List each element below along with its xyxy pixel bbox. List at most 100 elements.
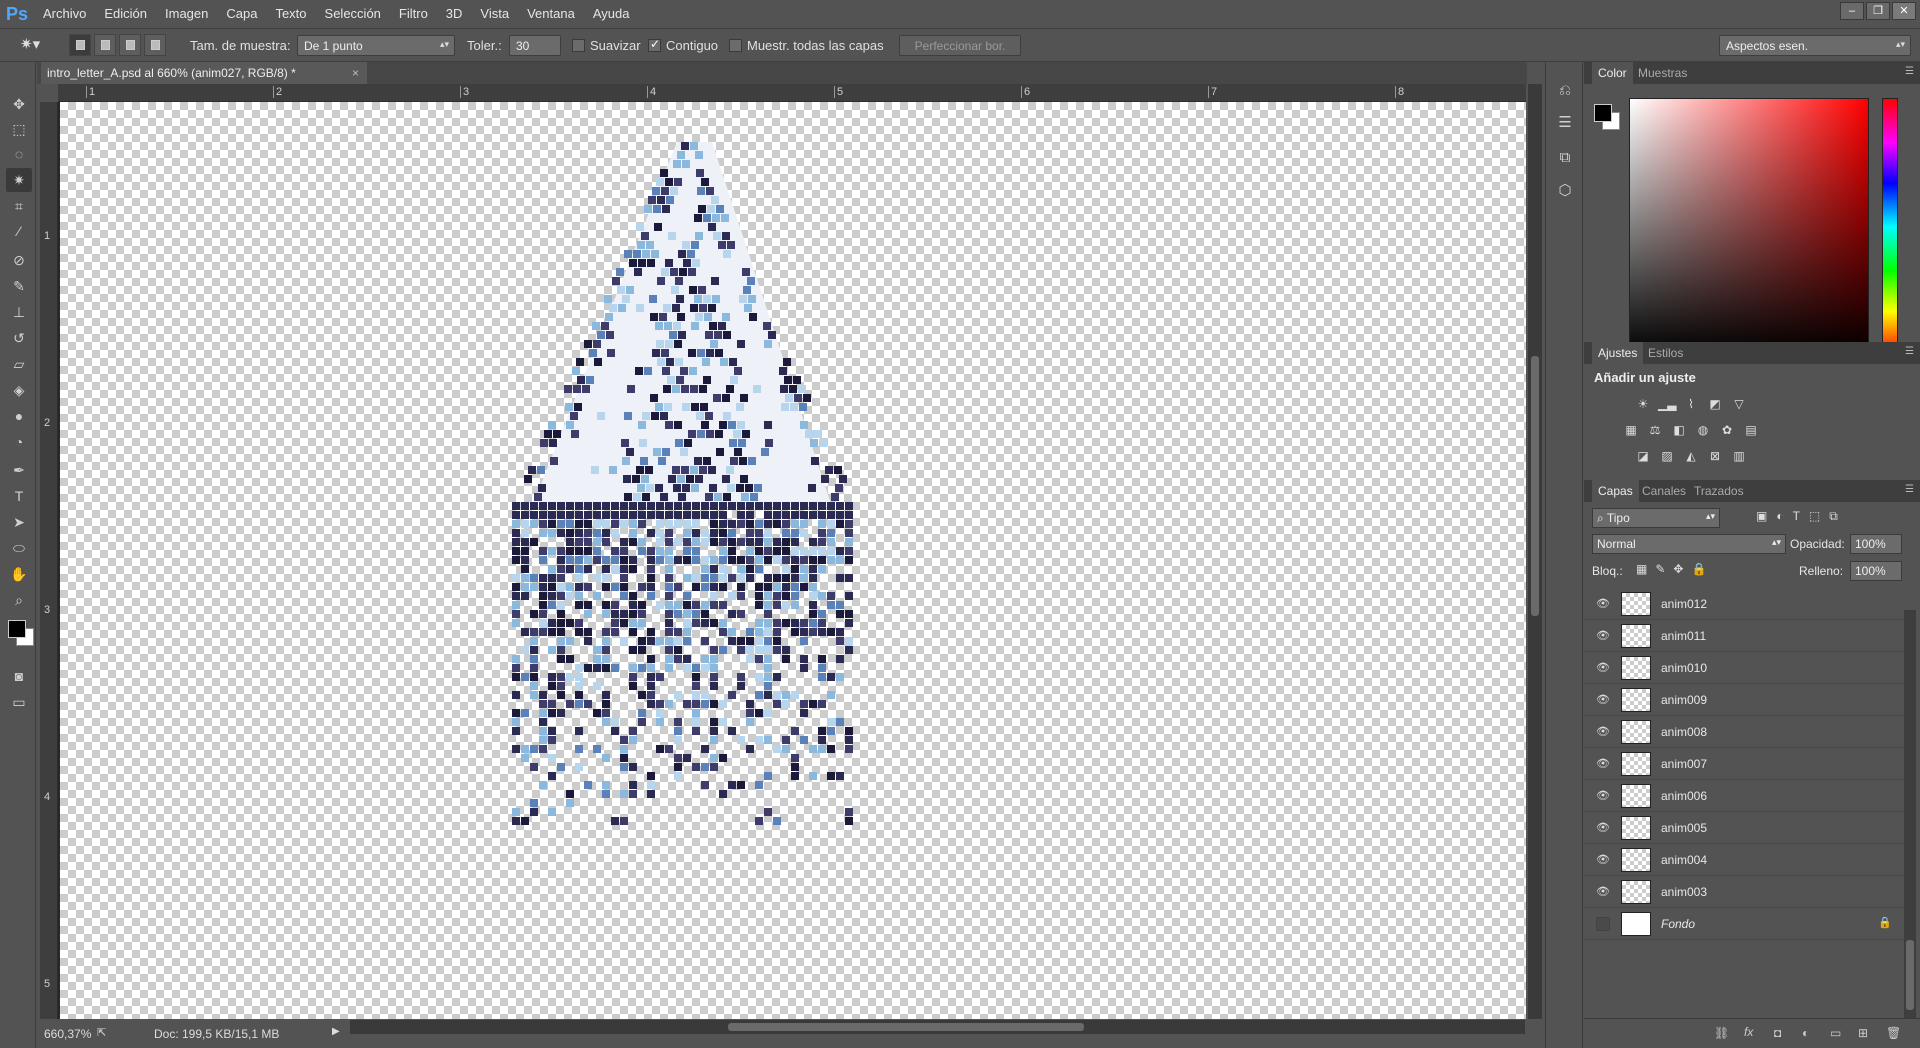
sample-all-layers-checkbox[interactable]	[729, 39, 742, 52]
zoom-tool-icon[interactable]: ⌕	[6, 588, 32, 612]
foreground-color-swatch[interactable]	[8, 620, 26, 638]
crop-tool-icon[interactable]: ⌗	[6, 194, 32, 218]
history-panel-icon[interactable]: ⎌	[1554, 80, 1576, 102]
fx-icon[interactable]: fx	[1744, 1025, 1753, 1039]
color-balance-icon[interactable]: ⚖	[1646, 422, 1664, 438]
subtract-selection-mode-button[interactable]	[119, 34, 141, 56]
document-tab[interactable]: intro_letter_A.psd al 660% (anim027, RGB…	[41, 62, 367, 84]
tab-color[interactable]: Color	[1592, 62, 1633, 84]
3d-panel-icon[interactable]: ⬡	[1554, 180, 1576, 202]
visibility-eye-icon[interactable]: 👁	[1596, 789, 1610, 803]
tab-adjustments[interactable]: Ajustes	[1592, 342, 1644, 364]
layer-filter-select[interactable]: ⌕ Tipo ▴▾	[1592, 508, 1720, 528]
layer-row[interactable]: 👁 anim007	[1584, 748, 1906, 780]
layer-row[interactable]: 👁 anim012	[1584, 588, 1906, 620]
blend-mode-select[interactable]: Normal ▴▾	[1592, 534, 1786, 554]
tab-swatches[interactable]: Muestras	[1632, 62, 1693, 84]
layer-row[interactable]: 👁 anim011	[1584, 620, 1906, 652]
zoom-level[interactable]: 660,37%	[44, 1027, 91, 1041]
tab-styles[interactable]: Estilos	[1642, 342, 1689, 364]
tolerance-input[interactable]: 30	[509, 35, 561, 56]
link-layers-icon[interactable]: ⛓	[1714, 1026, 1729, 1040]
export-icon[interactable]: ⇱	[97, 1026, 106, 1039]
menu-texto[interactable]: Texto	[266, 0, 315, 28]
new-selection-mode-button[interactable]	[69, 34, 91, 56]
hand-tool-icon[interactable]: ✋	[6, 562, 32, 586]
brush-tool-icon[interactable]: ✎	[6, 274, 32, 298]
visibility-eye-icon[interactable]: 👁	[1596, 629, 1610, 643]
ellipse-tool-icon[interactable]: ⬭	[6, 536, 32, 560]
properties-panel-icon[interactable]: ☰	[1554, 112, 1576, 134]
visibility-eye-icon[interactable]: 👁	[1596, 661, 1610, 675]
layers-scrollbar[interactable]	[1904, 610, 1916, 1018]
contiguous-checkbox[interactable]	[648, 37, 661, 52]
visibility-eye-icon[interactable]: 👁	[1596, 597, 1610, 611]
new-group-icon[interactable]: ▭	[1830, 1026, 1841, 1040]
delete-layer-icon[interactable]: 🗑	[1886, 1026, 1901, 1040]
eraser-tool-icon[interactable]: ▱	[6, 352, 32, 376]
refine-edge-button[interactable]: Perfeccionar bor.	[899, 35, 1021, 56]
color-panel-foreground-swatch[interactable]	[1594, 104, 1612, 122]
levels-icon[interactable]: ▁▃	[1658, 396, 1676, 412]
adjustment-layer-icon[interactable]: ◐	[1802, 1026, 1809, 1040]
status-menu-arrow-icon[interactable]: ▶	[332, 1026, 340, 1037]
visibility-toggle-empty[interactable]	[1596, 917, 1610, 931]
antialias-checkbox[interactable]	[572, 39, 585, 52]
invert-icon[interactable]: ◪	[1634, 448, 1652, 464]
minimize-button[interactable]: –	[1840, 2, 1864, 20]
restore-button[interactable]: ❐	[1866, 2, 1890, 20]
hue-saturation-icon[interactable]: ▦	[1622, 422, 1640, 438]
menu-ayuda[interactable]: Ayuda	[584, 0, 639, 28]
paint-bucket-tool-icon[interactable]: ◈	[6, 378, 32, 402]
lock-icons[interactable]: ▦✎✥🔒	[1636, 562, 1714, 576]
selective-color-icon[interactable]: ⊠	[1706, 448, 1724, 464]
clone-source-panel-icon[interactable]: ⧉	[1554, 147, 1576, 169]
layers-scroll-thumb[interactable]	[1906, 940, 1914, 1010]
layer-row[interactable]: 👁 anim005	[1584, 812, 1906, 844]
vertical-scrollbar[interactable]	[1528, 84, 1542, 1019]
horizontal-scroll-thumb[interactable]	[728, 1023, 1084, 1031]
clone-stamp-tool-icon[interactable]: ⊥	[6, 300, 32, 324]
quick-mask-icon[interactable]: ◙	[6, 664, 32, 688]
visibility-eye-icon[interactable]: 👁	[1596, 725, 1610, 739]
color-lookup-icon[interactable]: ▤	[1742, 422, 1760, 438]
opacity-input[interactable]: 100%	[1850, 534, 1902, 554]
layer-row[interactable]: 👁 anim003	[1584, 876, 1906, 908]
workspace-select[interactable]: Aspectos esen. ▴▾	[1719, 35, 1911, 56]
visibility-eye-icon[interactable]: 👁	[1596, 885, 1610, 899]
magic-wand-tool-icon[interactable]: ✷	[6, 168, 32, 192]
add-selection-mode-button[interactable]	[94, 34, 116, 56]
horizontal-scrollbar[interactable]	[350, 1020, 1525, 1034]
menu-3d[interactable]: 3D	[437, 0, 472, 28]
add-mask-icon[interactable]: ◘	[1774, 1026, 1781, 1040]
layer-row[interactable]: 👁 anim010	[1584, 652, 1906, 684]
move-tool-icon[interactable]: ✥	[6, 92, 32, 116]
panel-menu-icon[interactable]: ☰	[1905, 66, 1914, 77]
visibility-eye-icon[interactable]: 👁	[1596, 757, 1610, 771]
sample-size-select[interactable]: De 1 punto ▴▾	[297, 35, 455, 56]
layer-row-fondo[interactable]: Fondo 🔒	[1584, 908, 1906, 940]
menu-filtro[interactable]: Filtro	[390, 0, 437, 28]
menu-ventana[interactable]: Ventana	[518, 0, 584, 28]
visibility-eye-icon[interactable]: 👁	[1596, 853, 1610, 867]
document-canvas[interactable]	[60, 102, 1526, 1019]
vibrance-icon[interactable]: ▽	[1730, 396, 1748, 412]
curves-icon[interactable]: ⌇	[1682, 396, 1700, 412]
fill-input[interactable]: 100%	[1850, 561, 1902, 581]
menu-archivo[interactable]: Archivo	[34, 0, 95, 28]
tab-paths[interactable]: Trazados	[1688, 480, 1750, 502]
gradient-map-icon[interactable]: ▥	[1730, 448, 1748, 464]
menu-edicion[interactable]: Edición	[95, 0, 156, 28]
pen-tool-icon[interactable]: ✒	[6, 458, 32, 482]
vertical-scroll-thumb[interactable]	[1531, 356, 1539, 616]
layer-row[interactable]: 👁 anim004	[1584, 844, 1906, 876]
new-layer-icon[interactable]: ⊞	[1858, 1026, 1868, 1040]
close-button[interactable]: ✕	[1892, 2, 1916, 20]
blur-tool-icon[interactable]: ●	[6, 404, 32, 428]
hue-slider[interactable]	[1882, 98, 1898, 356]
color-picker-field[interactable]	[1629, 98, 1869, 356]
layer-row[interactable]: 👁 anim008	[1584, 716, 1906, 748]
layer-filter-icons[interactable]: ▣◐T⬚⧉	[1756, 509, 1847, 524]
eyedropper-tool-icon[interactable]: ⁄	[6, 219, 32, 243]
canvas-area[interactable]	[58, 102, 1526, 1019]
